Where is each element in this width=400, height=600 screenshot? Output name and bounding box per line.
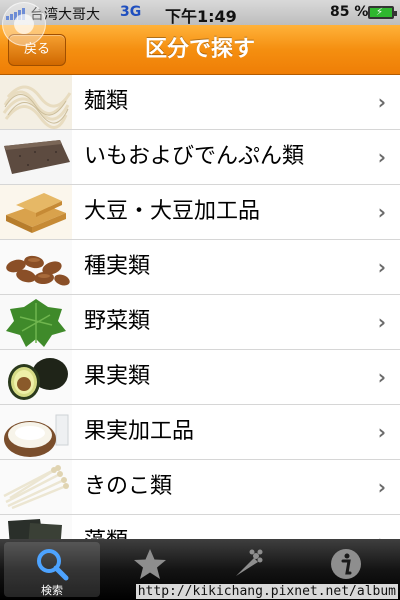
search-icon bbox=[37, 549, 69, 581]
page-title: 区分で探す bbox=[144, 37, 255, 62]
tab-search[interactable]: 検索 bbox=[4, 542, 100, 597]
almonds-image bbox=[0, 240, 72, 294]
list-item[interactable]: 果実加工品 › bbox=[0, 405, 400, 460]
category-label: 野菜類 bbox=[84, 309, 151, 334]
list-item[interactable]: きのこ類 › bbox=[0, 460, 400, 515]
chevron-right-icon: › bbox=[377, 310, 386, 334]
chevron-right-icon: › bbox=[377, 475, 386, 499]
konjac-image bbox=[0, 130, 72, 184]
list-item[interactable]: 果実類 › bbox=[0, 350, 400, 405]
star-icon bbox=[134, 549, 166, 579]
category-label: 麺類 bbox=[84, 89, 129, 114]
category-label: いもおよびでんぷん類 bbox=[84, 144, 305, 169]
chevron-right-icon: › bbox=[377, 255, 386, 279]
chevron-right-icon: › bbox=[378, 515, 386, 539]
seaweed-image bbox=[0, 515, 72, 539]
watermark-url: http://kikichang.pixnet.net/album bbox=[135, 584, 398, 599]
chevron-right-icon: › bbox=[377, 365, 386, 389]
category-label: きのこ類 bbox=[84, 474, 173, 499]
category-list: 麺類 › いもおよびでんぷん類 › 大豆・大豆加工品 › 種実類 › 野菜類 ›… bbox=[0, 75, 400, 539]
list-item[interactable]: 藻類 › bbox=[0, 515, 400, 539]
list-item[interactable]: 種実類 › bbox=[0, 240, 400, 295]
avocado-image bbox=[0, 350, 72, 404]
noodles-image bbox=[0, 75, 72, 129]
chevron-right-icon: › bbox=[377, 90, 386, 114]
category-label: 種実類 bbox=[84, 254, 151, 279]
vegetables-icon bbox=[236, 549, 263, 576]
chevron-right-icon: › bbox=[377, 145, 386, 169]
status-bar: 台湾大哥大 3G 下午1:49 85 % ⚡ bbox=[0, 0, 400, 26]
fried-tofu-image bbox=[0, 185, 72, 239]
network-type: 3G bbox=[120, 4, 142, 20]
navigation-bar: 戻る 区分で探す bbox=[0, 25, 400, 75]
info-icon bbox=[331, 549, 361, 579]
tab-label: 検索 bbox=[41, 584, 63, 597]
list-item[interactable]: 大豆・大豆加工品 › bbox=[0, 185, 400, 240]
category-label: 果実加工品 bbox=[84, 419, 195, 444]
clock: 下午1:49 bbox=[165, 7, 237, 26]
assistive-touch-icon[interactable] bbox=[2, 2, 46, 46]
shiso-leaf-image bbox=[0, 295, 72, 349]
category-label: 大豆・大豆加工品 bbox=[84, 199, 261, 224]
coconut-image bbox=[0, 405, 72, 459]
list-item[interactable]: いもおよびでんぷん類 › bbox=[0, 130, 400, 185]
enoki-mushroom-image bbox=[0, 460, 72, 514]
list-item[interactable]: 野菜類 › bbox=[0, 295, 400, 350]
list-item[interactable]: 麺類 › bbox=[0, 75, 400, 130]
chevron-right-icon: › bbox=[377, 420, 386, 444]
chevron-right-icon: › bbox=[377, 200, 386, 224]
category-label: 果実類 bbox=[84, 364, 151, 389]
battery-percentage: 85 % bbox=[330, 4, 369, 20]
category-label: 藻類 bbox=[84, 515, 128, 539]
battery-icon: ⚡ bbox=[368, 6, 397, 19]
